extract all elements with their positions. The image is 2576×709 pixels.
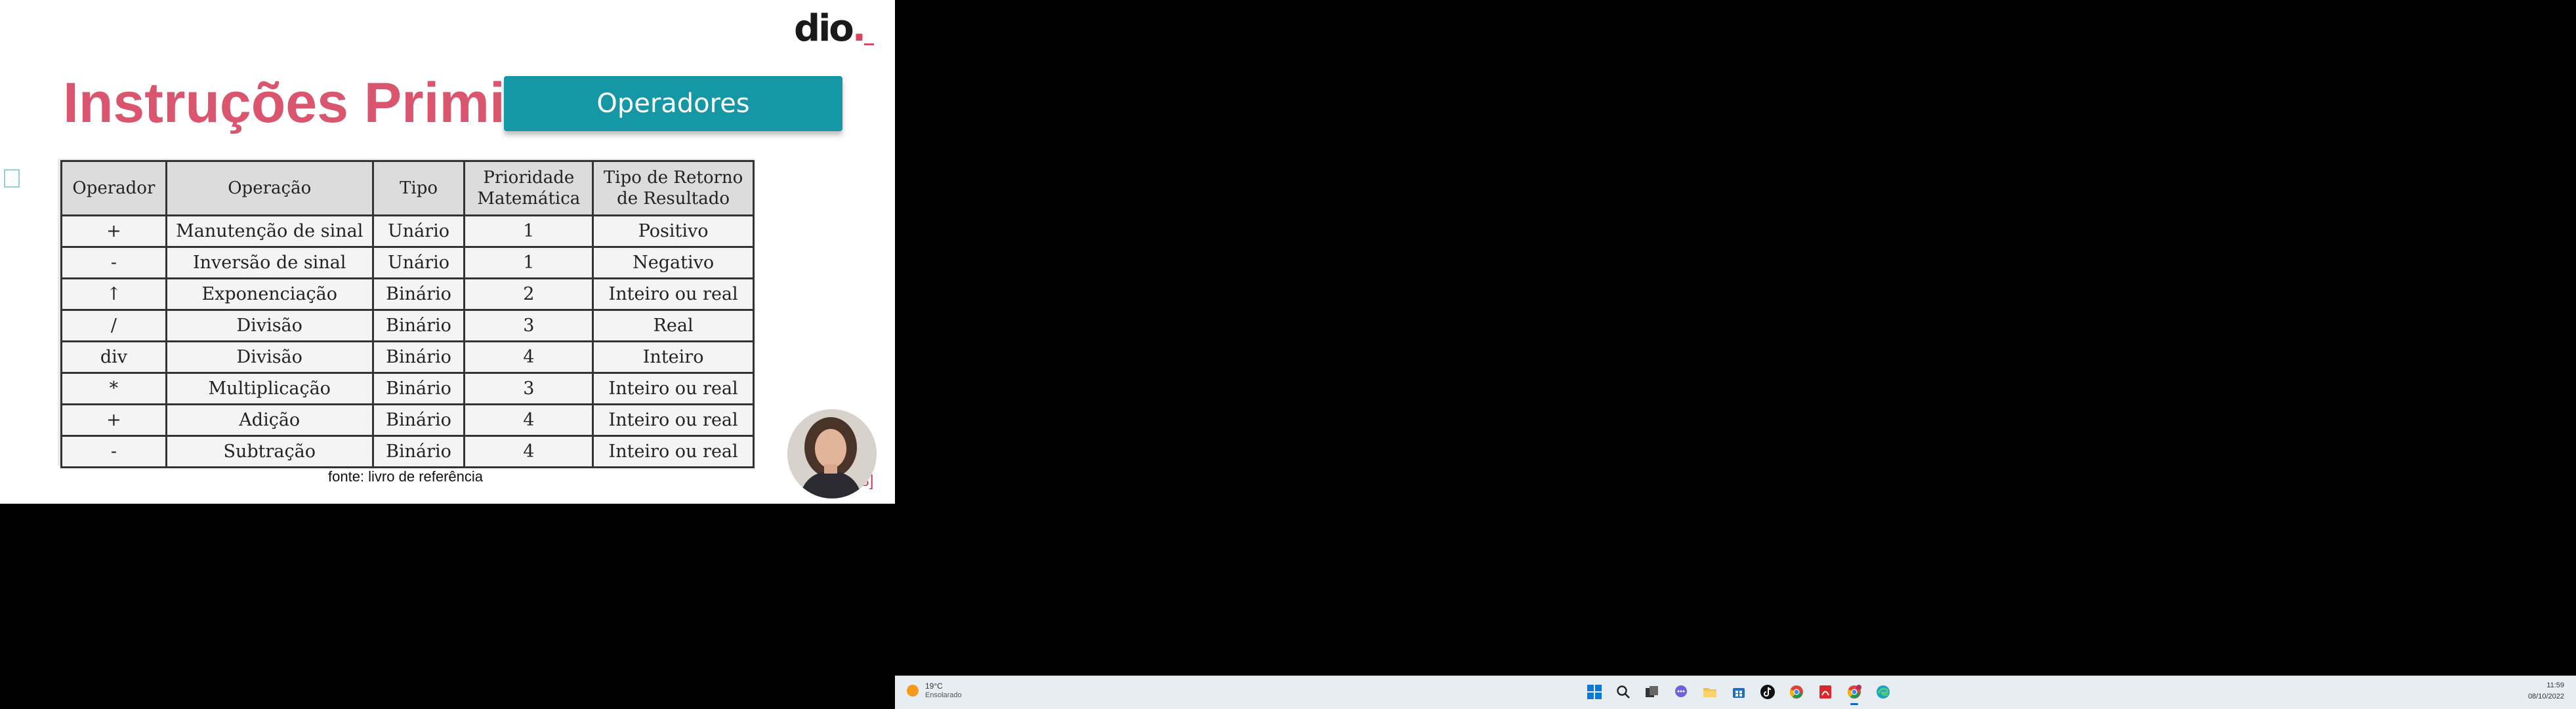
header-prioridade: Prioridade Matemática bbox=[463, 160, 594, 216]
cell-prioridade: 4 bbox=[463, 403, 594, 437]
cell-operacao: Divisão bbox=[165, 340, 374, 374]
cell-prioridade: 3 bbox=[463, 309, 594, 342]
cell-retorno: Real bbox=[592, 309, 755, 342]
cell-operacao: Subtração bbox=[165, 435, 374, 468]
cell-retorno: Inteiro ou real bbox=[592, 435, 755, 468]
chrome-profile-icon[interactable] bbox=[1844, 681, 1865, 705]
table-row: * Multiplicação Binário 3 Inteiro ou rea… bbox=[60, 372, 755, 405]
cell-retorno: Inteiro ou real bbox=[592, 277, 755, 311]
edge-icon[interactable] bbox=[1873, 681, 1894, 702]
cell-operacao: Divisão bbox=[165, 309, 374, 342]
weather-temperature: 19°C bbox=[925, 681, 943, 691]
table-row: / Divisão Binário 3 Real bbox=[60, 309, 755, 342]
cell-prioridade: 2 bbox=[463, 277, 594, 311]
presenter-webcam bbox=[787, 409, 877, 498]
cell-operador: - bbox=[60, 435, 167, 468]
table-row: + Adição Binário 4 Inteiro ou real bbox=[60, 403, 755, 437]
windows-start-icon[interactable] bbox=[1584, 681, 1605, 702]
cell-tipo: Binário bbox=[371, 277, 466, 311]
table-header-row: Operador Operação Tipo Prioridade Matemá… bbox=[60, 160, 755, 216]
cell-operador: + bbox=[60, 403, 167, 437]
clock-date: 08/10/2022 bbox=[2527, 693, 2564, 700]
chrome-icon[interactable] bbox=[1786, 681, 1807, 702]
cell-tipo: Binário bbox=[371, 309, 466, 342]
cell-retorno: Inteiro ou real bbox=[592, 403, 755, 437]
taskbar-apps bbox=[1584, 681, 1894, 705]
weather-condition: Ensolarado bbox=[925, 691, 962, 699]
clock-time: 11:59 bbox=[2546, 681, 2564, 689]
tiktok-icon[interactable] bbox=[1757, 681, 1778, 702]
cell-operacao: Adição bbox=[165, 403, 374, 437]
sun-icon bbox=[907, 685, 919, 697]
operators-table: Operador Operação Tipo Prioridade Matemá… bbox=[60, 160, 755, 468]
header-retorno: Tipo de Retorno de Resultado bbox=[592, 160, 755, 216]
cell-tipo: Binário bbox=[371, 372, 466, 405]
presenter-avatar-icon bbox=[787, 409, 877, 498]
cell-operacao: Exponenciação bbox=[165, 277, 374, 311]
cell-operacao: Manutenção de sinal bbox=[165, 214, 374, 248]
cell-retorno: Negativo bbox=[592, 246, 755, 279]
operators-banner: Operadores bbox=[504, 76, 842, 131]
side-marker bbox=[4, 169, 20, 188]
presentation-slide: dio._ Instruções Primitiv Operadores Ope… bbox=[0, 0, 895, 504]
search-icon[interactable] bbox=[1613, 681, 1634, 702]
cell-operador: / bbox=[60, 309, 167, 342]
cell-tipo: Binário bbox=[371, 403, 466, 437]
acrobat-icon[interactable] bbox=[1815, 681, 1836, 702]
cell-operacao: Multiplicação bbox=[165, 372, 374, 405]
dio-logo: dio._ bbox=[794, 7, 874, 50]
task-view-icon[interactable] bbox=[1642, 681, 1663, 702]
cell-prioridade: 4 bbox=[463, 435, 594, 468]
table-row: div Divisão Binário 4 Inteiro bbox=[60, 340, 755, 374]
cell-operador: - bbox=[60, 246, 167, 279]
header-tipo: Tipo bbox=[371, 160, 466, 216]
cell-tipo: Unário bbox=[371, 214, 466, 248]
header-operador: Operador bbox=[60, 160, 167, 216]
cell-retorno: Inteiro bbox=[592, 340, 755, 374]
cell-prioridade: 3 bbox=[463, 372, 594, 405]
chat-icon[interactable] bbox=[1671, 681, 1692, 702]
file-explorer-icon[interactable] bbox=[1699, 681, 1720, 702]
weather-widget[interactable]: 19°C Ensolarado bbox=[907, 681, 962, 700]
slide-title: Instruções Primitiv bbox=[63, 71, 571, 134]
table-row: - Inversão de sinal Unário 1 Negativo bbox=[60, 246, 755, 279]
cell-retorno: Inteiro ou real bbox=[592, 372, 755, 405]
cell-prioridade: 1 bbox=[463, 246, 594, 279]
cell-operador: div bbox=[60, 340, 167, 374]
windows-taskbar: 19°C Ensolarado 11:59 08/10/2022 bbox=[895, 676, 2576, 709]
table-row: + Manutenção de sinal Unário 1 Positivo bbox=[60, 214, 755, 248]
table-row: ↑ Exponenciação Binário 2 Inteiro ou rea… bbox=[60, 277, 755, 311]
system-clock[interactable]: 11:59 08/10/2022 bbox=[2528, 680, 2564, 702]
cell-operacao: Inversão de sinal bbox=[165, 246, 374, 279]
cell-operador: * bbox=[60, 372, 167, 405]
cell-prioridade: 4 bbox=[463, 340, 594, 374]
cell-prioridade: 1 bbox=[463, 214, 594, 248]
cell-retorno: Positivo bbox=[592, 214, 755, 248]
cell-operador: + bbox=[60, 214, 167, 248]
table-row: - Subtração Binário 4 Inteiro ou real bbox=[60, 435, 755, 468]
cell-operador: ↑ bbox=[60, 277, 167, 311]
table-scan: Operador Operação Tipo Prioridade Matemá… bbox=[58, 159, 755, 468]
cell-tipo: Binário bbox=[371, 435, 466, 468]
store-icon[interactable] bbox=[1728, 681, 1749, 702]
cell-tipo: Binário bbox=[371, 340, 466, 374]
cell-tipo: Unário bbox=[371, 246, 466, 279]
header-operacao: Operação bbox=[165, 160, 374, 216]
source-caption: fonte: livro de referência bbox=[328, 468, 484, 485]
